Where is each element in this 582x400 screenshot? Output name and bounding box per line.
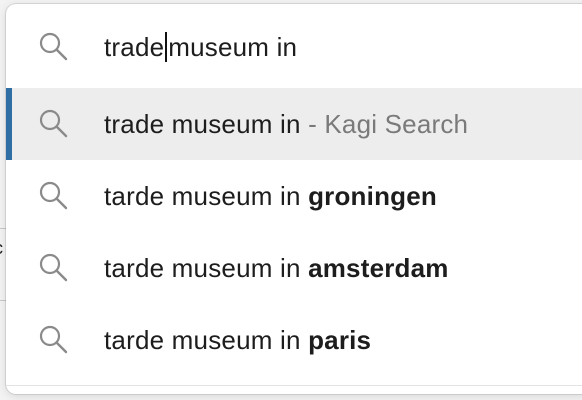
search-icon — [36, 29, 72, 65]
suggestion-label: tarde museum in groningen — [104, 181, 437, 212]
query-text-before-caret: trade — [104, 32, 165, 62]
suggestion-item-groningen[interactable]: tarde museum in groningen — [6, 160, 582, 232]
suggestion-text: trade museum in — [104, 109, 301, 139]
suggestion-provider: - Kagi Search — [300, 109, 469, 139]
search-icon — [36, 250, 72, 286]
suggestion-item-paris[interactable]: tarde museum in paris — [6, 304, 582, 376]
background-text-fragment: c — [0, 238, 3, 259]
address-bar-input[interactable]: trade museum in — [104, 32, 297, 63]
suggestion-text: tarde museum in — [104, 325, 309, 355]
suggestion-completion: amsterdam — [308, 253, 449, 283]
suggestion-item-amsterdam[interactable]: tarde museum in amsterdam — [6, 232, 582, 304]
search-icon — [36, 178, 72, 214]
suggestion-text: tarde museum in — [104, 253, 309, 283]
suggestion-label: tarde museum in amsterdam — [104, 253, 449, 284]
dropdown-bottom-divider — [6, 385, 582, 386]
text-caret — [165, 32, 168, 62]
address-bar-input-row[interactable]: trade museum in — [6, 4, 582, 90]
suggestion-label: trade museum in - Kagi Search — [104, 109, 468, 140]
search-icon — [36, 106, 72, 142]
suggestion-text: tarde museum in — [104, 181, 309, 211]
selected-indicator — [6, 88, 12, 160]
suggestion-item-kagi-search[interactable]: trade museum in - Kagi Search — [6, 88, 582, 160]
suggestion-completion: paris — [308, 325, 372, 355]
address-bar-dropdown: trade museum in trade museum in - Kagi Se… — [6, 4, 582, 394]
suggestion-label: tarde museum in paris — [104, 325, 371, 356]
search-icon — [36, 322, 72, 358]
query-text-after-caret: museum in — [168, 32, 298, 62]
suggestion-completion: groningen — [308, 181, 437, 211]
